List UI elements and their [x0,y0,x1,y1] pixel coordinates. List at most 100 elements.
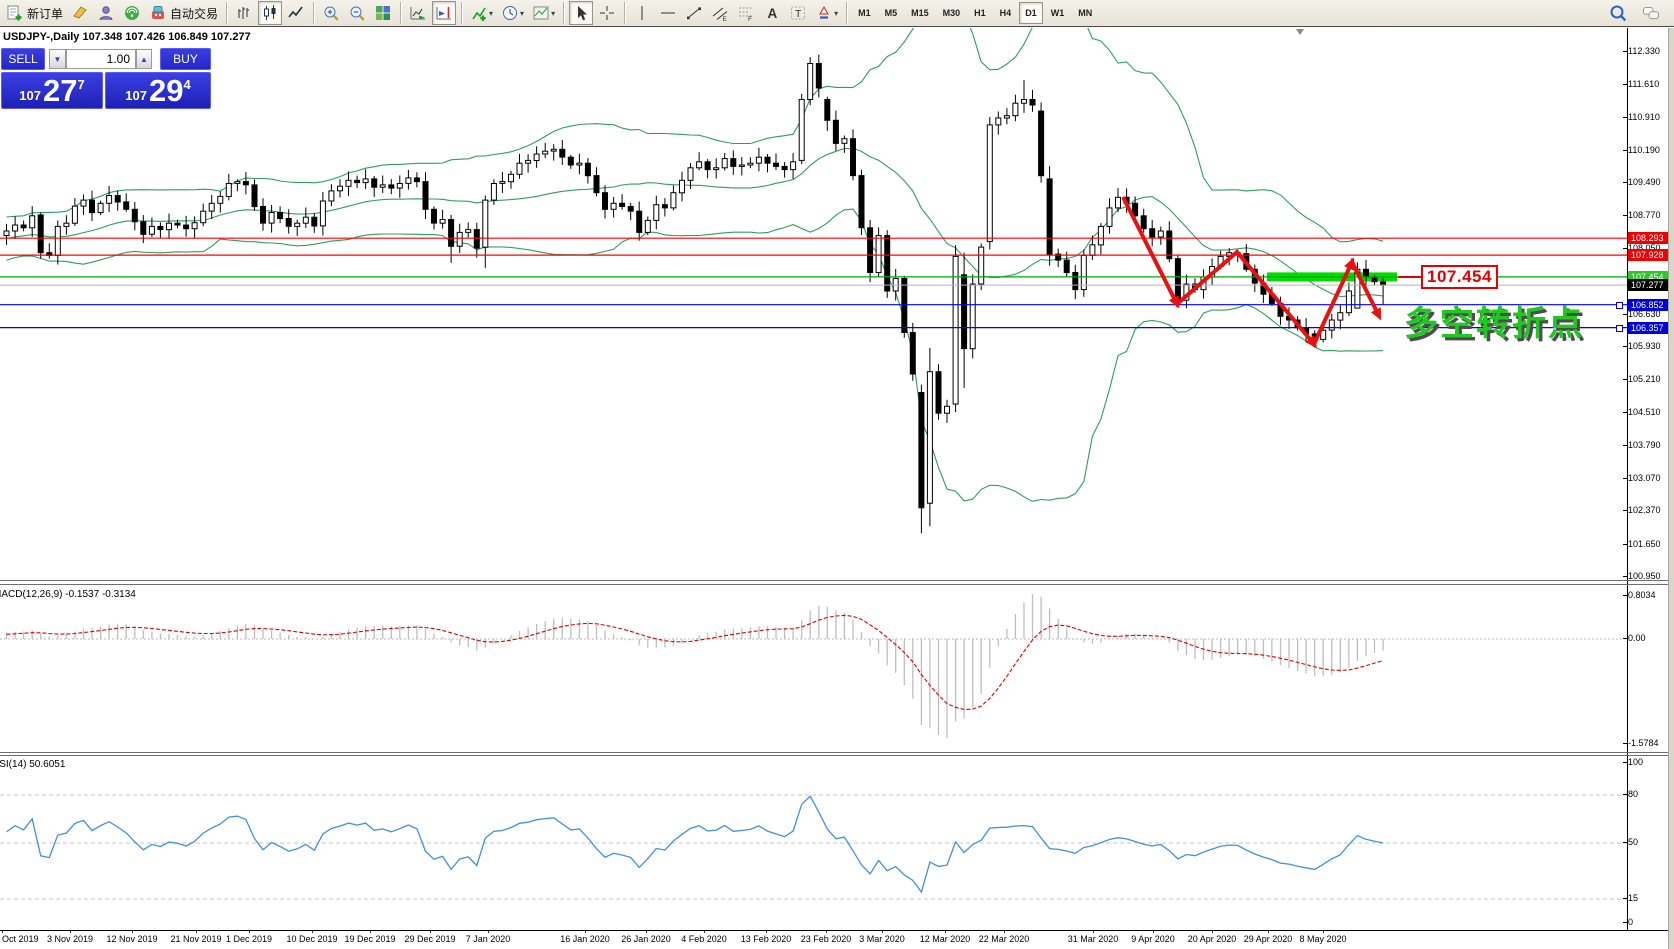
chat-button[interactable] [1639,1,1663,25]
line-chart-button[interactable] [284,1,308,25]
date-tick-label: 3 Mar 2020 [859,934,905,944]
trendline-button[interactable] [682,1,706,25]
date-tick-label: 20 Apr 2020 [1188,934,1237,944]
tf-h1[interactable]: H1 [968,2,992,24]
price-tick: 105.930 [1628,341,1661,351]
pane-separator[interactable] [0,580,1674,581]
arrows-button[interactable]: ▾ [812,1,841,25]
zoom-in-button[interactable] [319,1,343,25]
cursor-icon [572,4,590,22]
price-tick: 104.510 [1628,407,1661,417]
pane-separator[interactable] [0,752,1674,753]
text-label-button[interactable]: T [786,1,810,25]
rsi-pane [0,756,1627,930]
caret-down-icon: ▾ [520,9,524,18]
buy-price-display[interactable]: 107 29 4 [105,72,211,109]
periods-button[interactable]: ▾ [498,1,527,25]
tf-h4[interactable]: H4 [994,2,1018,24]
date-tick-label: 3 Nov 2019 [47,934,93,944]
styler-icon [71,4,89,22]
price-axis-border [1627,28,1628,931]
indicators-button[interactable]: ▾ [467,1,496,25]
line-icon [287,4,305,22]
cursor-button[interactable] [569,1,593,25]
auto-scroll-button[interactable] [406,1,430,25]
tf-m30[interactable]: M30 [937,2,967,24]
volume-input[interactable] [66,49,136,69]
macd-histogram [7,594,1384,738]
tf-m1[interactable]: M1 [852,2,877,24]
auto-trading-button[interactable]: 自动交易 [146,1,221,25]
horizontal-line-button[interactable] [656,1,680,25]
price-tick: 110.190 [1628,145,1660,155]
price-tick: 101.650 [1628,539,1661,549]
new-order-button[interactable]: 新订单 [3,1,66,25]
macd-scale-max: 0.8034 [1628,590,1656,600]
toolbar-separator [563,2,564,24]
tf-m15[interactable]: M15 [905,2,935,24]
templates-button[interactable]: ▾ [529,1,558,25]
caret-down-icon: ▾ [551,9,555,18]
crosshair-button[interactable] [595,1,619,25]
pane-separator[interactable] [0,755,1674,756]
vertical-line-button[interactable] [630,1,654,25]
tf-w1[interactable]: W1 [1045,2,1071,24]
text-button[interactable]: A [760,1,784,25]
toolbar: 新订单 自动交易 ▾ ▾ ▾ EFAT ▾ M1M5M15M30H1H4D1W1MN [0,0,1674,27]
tile-windows-button[interactable] [371,1,395,25]
date-tick-label: 12 Nov 2019 [106,934,157,944]
svg-text:A: A [768,6,778,21]
chart-shift-button[interactable] [432,1,456,25]
price-tick: 108.770 [1628,210,1661,220]
zoom-out-button[interactable] [345,1,369,25]
autotrading-icon [149,4,167,22]
caret-down-icon: ▾ [834,9,838,18]
tf-d1[interactable]: D1 [1019,2,1043,24]
support-line-2-handle[interactable] [1616,325,1623,332]
styler-button[interactable] [68,1,92,25]
date-tick-label: 16 Jan 2020 [560,934,610,944]
price-chart-pane [0,28,1627,580]
note-text[interactable]: 多空转折点 [1404,296,1584,345]
pane-separator[interactable] [0,584,1674,585]
price-callout[interactable]: 107.454 [1421,265,1498,289]
date-tick-label: 1 Dec 2019 [226,934,272,944]
date-tick-label: 9 Apr 2020 [1131,934,1175,944]
chart-shift-marker[interactable] [1296,29,1304,35]
date-tick-label: 8 May 2020 [1299,934,1346,944]
price-tick: 109.490 [1628,177,1661,187]
volume-increase-button[interactable]: ▲ [136,49,152,69]
toolbar-separator [624,2,625,24]
profiles-button[interactable] [94,1,118,25]
date-tick-label: 13 Feb 2020 [741,934,792,944]
signals-button[interactable] [120,1,144,25]
date-tick-label: 12 Mar 2020 [920,934,971,944]
tf-m5[interactable]: M5 [879,2,904,24]
tiles-icon [374,4,392,22]
chart-title: USDJPY-,Daily 107.348 107.426 106.849 10… [3,31,251,43]
mt4-window: 新订单 自动交易 ▾ ▾ ▾ EFAT ▾ M1M5M15M30H1H4D1W1MN USDJ… [0,0,1674,949]
toolbar-separator [400,2,401,24]
equidistant-channel-button[interactable]: E [708,1,732,25]
sell-button[interactable]: SELL [1,48,45,70]
tf-mn[interactable]: MN [1072,2,1098,24]
search-button[interactable] [1606,1,1630,25]
buy-price-sup: 4 [183,77,190,92]
fibonacci-button[interactable]: F [734,1,758,25]
shapes-icon [815,4,833,22]
macd-label: MACD(12,26,9) -0.1537 -0.3134 [0,589,136,600]
bar-chart-button[interactable] [232,1,256,25]
volume-decrease-button[interactable]: ▼ [49,49,66,69]
buy-button[interactable]: BUY [160,48,211,70]
text-t-icon: T [789,4,807,22]
sell-price-main: 27 [43,76,77,106]
caret-down-icon: ▾ [489,9,493,18]
sell-price-display[interactable]: 107 27 7 [1,72,103,109]
auto-trading-button-label: 自动交易 [170,5,218,22]
macd-scale-zero: 0.00 [1628,633,1646,643]
window-scrollbar[interactable] [1668,28,1674,949]
autoscroll-icon [409,4,427,22]
candlestick-chart-button[interactable] [258,1,282,25]
support-line-1-handle[interactable] [1616,302,1623,309]
buy-price-prefix: 107 [125,88,147,103]
